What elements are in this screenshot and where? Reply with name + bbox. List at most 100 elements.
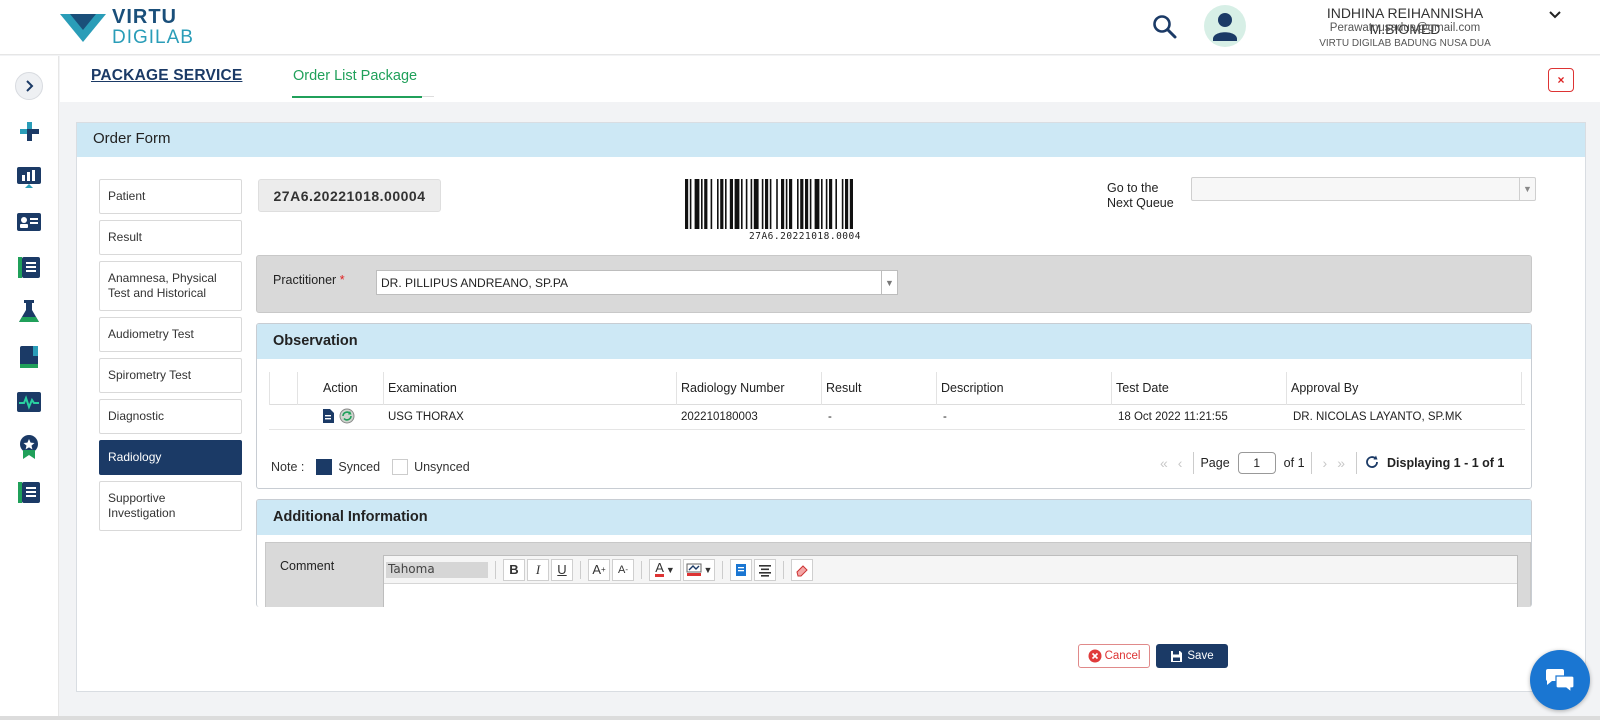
barcode-bar bbox=[789, 179, 793, 229]
chevron-down-icon[interactable]: ▼ bbox=[881, 271, 897, 294]
highlight-color-icon[interactable]: ▼ bbox=[683, 558, 715, 581]
eraser-icon[interactable] bbox=[791, 558, 813, 581]
menu-item-patient[interactable]: Patient bbox=[99, 179, 242, 214]
menu-item-supportive-investigation[interactable]: Supportive Investigation bbox=[99, 481, 242, 531]
cell-approval-by: DR. NICOLAS LAYANTO, SP.MK bbox=[1293, 411, 1463, 423]
medical-cross-icon[interactable] bbox=[16, 119, 42, 145]
flask-icon[interactable] bbox=[16, 299, 42, 325]
barcode-bar bbox=[745, 179, 748, 229]
menu-item-spirometry[interactable]: Spirometry Test bbox=[99, 358, 242, 393]
logo-mark-icon bbox=[60, 14, 106, 42]
required-marker: * bbox=[339, 273, 345, 287]
synced-swatch bbox=[316, 459, 333, 475]
book-list-icon[interactable] bbox=[16, 254, 42, 280]
app-logo[interactable]: VIRTU DIGILAB bbox=[60, 6, 210, 48]
practitioner-select[interactable]: DR. PILLIPUS ANDREANO, SP.PA ▼ bbox=[376, 270, 898, 295]
barcode-bar bbox=[704, 179, 708, 229]
align-center-icon[interactable] bbox=[754, 558, 776, 581]
tab-order-list-package[interactable]: Order List Package bbox=[293, 68, 417, 84]
menu-item-audiometry[interactable]: Audiometry Test bbox=[99, 317, 242, 352]
column-header-result[interactable]: Result bbox=[826, 381, 861, 395]
notebook-icon[interactable] bbox=[16, 344, 42, 370]
document-icon[interactable] bbox=[321, 408, 335, 427]
barcode-bar bbox=[781, 179, 785, 229]
chat-icon bbox=[1545, 669, 1575, 694]
practitioner-label-text: Practitioner bbox=[273, 273, 337, 287]
avatar[interactable] bbox=[1204, 5, 1246, 47]
column-header-examination[interactable]: Examination bbox=[388, 381, 457, 395]
page-label: Page bbox=[1200, 456, 1230, 470]
table-row[interactable]: USG THORAX 202210180003 - - 18 Oct 2022 … bbox=[269, 405, 1525, 430]
italic-icon[interactable]: I bbox=[527, 558, 549, 581]
displaying-text: Displaying 1 - 1 of 1 bbox=[1387, 456, 1505, 470]
column-header-action[interactable]: Action bbox=[323, 381, 358, 395]
editor-toolbar: Tahoma B I U A + A- A ▼ ▼ bbox=[384, 556, 1517, 584]
barcode-bar bbox=[835, 179, 837, 229]
cancel-button[interactable]: Cancel bbox=[1078, 644, 1150, 668]
search-icon[interactable] bbox=[1150, 12, 1180, 42]
cancel-icon bbox=[1088, 649, 1102, 663]
page-number-input[interactable]: 1 bbox=[1237, 452, 1276, 474]
heart-monitor-icon[interactable] bbox=[16, 389, 42, 415]
column-header-test-date[interactable]: Test Date bbox=[1116, 381, 1169, 395]
barcode-bar bbox=[729, 179, 733, 229]
menu-item-result[interactable]: Result bbox=[99, 220, 242, 255]
barcode-bar bbox=[710, 179, 713, 229]
font-color-icon[interactable]: A ▼ bbox=[649, 558, 681, 581]
barcode-bar bbox=[717, 179, 719, 229]
source-edit-icon[interactable] bbox=[730, 558, 752, 581]
sync-icon[interactable] bbox=[339, 408, 355, 427]
refresh-icon[interactable] bbox=[1365, 455, 1379, 472]
barcode-bar bbox=[720, 179, 724, 229]
comment-editor[interactable]: Tahoma B I U A + A- A ▼ ▼ bbox=[383, 555, 1518, 607]
sidebar-toggle-button[interactable] bbox=[15, 72, 43, 100]
first-page-icon[interactable]: « bbox=[1160, 455, 1168, 471]
user-organization: VIRTU DIGILAB BADUNG NUSA DUA bbox=[1319, 38, 1491, 49]
decrease-font-size-icon[interactable]: A- bbox=[612, 558, 634, 581]
cancel-label: Cancel bbox=[1104, 650, 1141, 662]
save-icon bbox=[1171, 650, 1183, 662]
tab-divider bbox=[422, 96, 434, 97]
prev-page-icon[interactable]: ‹ bbox=[1178, 455, 1183, 471]
cell-radiology-number: 202210180003 bbox=[681, 411, 758, 423]
next-queue-select[interactable]: ▼ bbox=[1191, 177, 1536, 201]
chat-button[interactable] bbox=[1530, 650, 1590, 710]
tab-package-service[interactable]: PACKAGE SERVICE bbox=[91, 67, 242, 85]
id-card-icon[interactable] bbox=[16, 209, 42, 235]
award-badge-icon[interactable] bbox=[16, 434, 42, 460]
dashboard-chart-icon[interactable] bbox=[16, 164, 42, 190]
barcode-bar bbox=[741, 179, 743, 229]
book-list-icon[interactable] bbox=[16, 479, 42, 505]
barcode-bar bbox=[769, 179, 772, 229]
pagination: « ‹ Page 1 of 1 › » Displaying 1 - 1 of … bbox=[1155, 448, 1504, 478]
save-button[interactable]: Save bbox=[1156, 644, 1228, 668]
close-button[interactable]: × bbox=[1548, 68, 1574, 92]
column-header-description[interactable]: Description bbox=[941, 381, 1004, 395]
chevron-down-icon[interactable]: ▼ bbox=[1519, 178, 1535, 200]
logo-text-digilab: DIGILAB bbox=[112, 27, 194, 48]
chevron-down-icon[interactable] bbox=[1546, 6, 1564, 24]
barcode-bar bbox=[785, 179, 788, 229]
menu-item-anamnesa[interactable]: Anamnesa, Physical Test and Historical bbox=[99, 261, 242, 311]
column-header-approval-by[interactable]: Approval By bbox=[1291, 381, 1358, 395]
barcode-bar bbox=[829, 179, 833, 229]
next-page-icon[interactable]: › bbox=[1323, 455, 1328, 471]
cell-test-date: 18 Oct 2022 11:21:55 bbox=[1118, 411, 1228, 423]
menu-item-diagnostic[interactable]: Diagnostic bbox=[99, 399, 242, 434]
page-bottom-border bbox=[0, 716, 1600, 720]
bold-icon[interactable]: B bbox=[503, 558, 525, 581]
column-header-radiology-number[interactable]: Radiology Number bbox=[681, 381, 785, 395]
order-form-panel: Order Form Patient Result Anamnesa, Phys… bbox=[76, 122, 1586, 692]
comment-label: Comment bbox=[280, 559, 335, 573]
menu-item-radiology[interactable]: Radiology bbox=[99, 440, 242, 475]
font-family-select[interactable]: Tahoma bbox=[386, 561, 488, 578]
top-bar: VIRTU DIGILAB INDHINA REIHANNISHA M.BIOM… bbox=[0, 0, 1600, 55]
increase-font-size-icon[interactable]: A + bbox=[588, 558, 610, 581]
additional-information-section: Additional Information Comment Tahoma B … bbox=[256, 499, 1532, 607]
last-page-icon[interactable]: » bbox=[1337, 455, 1345, 471]
underline-icon[interactable]: U bbox=[551, 558, 573, 581]
order-form-menu: Patient Result Anamnesa, Physical Test a… bbox=[99, 179, 242, 537]
barcode-bar bbox=[805, 179, 809, 229]
observation-section: Observation Action Examination Radiology… bbox=[256, 323, 1532, 489]
barcode-bar bbox=[776, 179, 778, 229]
